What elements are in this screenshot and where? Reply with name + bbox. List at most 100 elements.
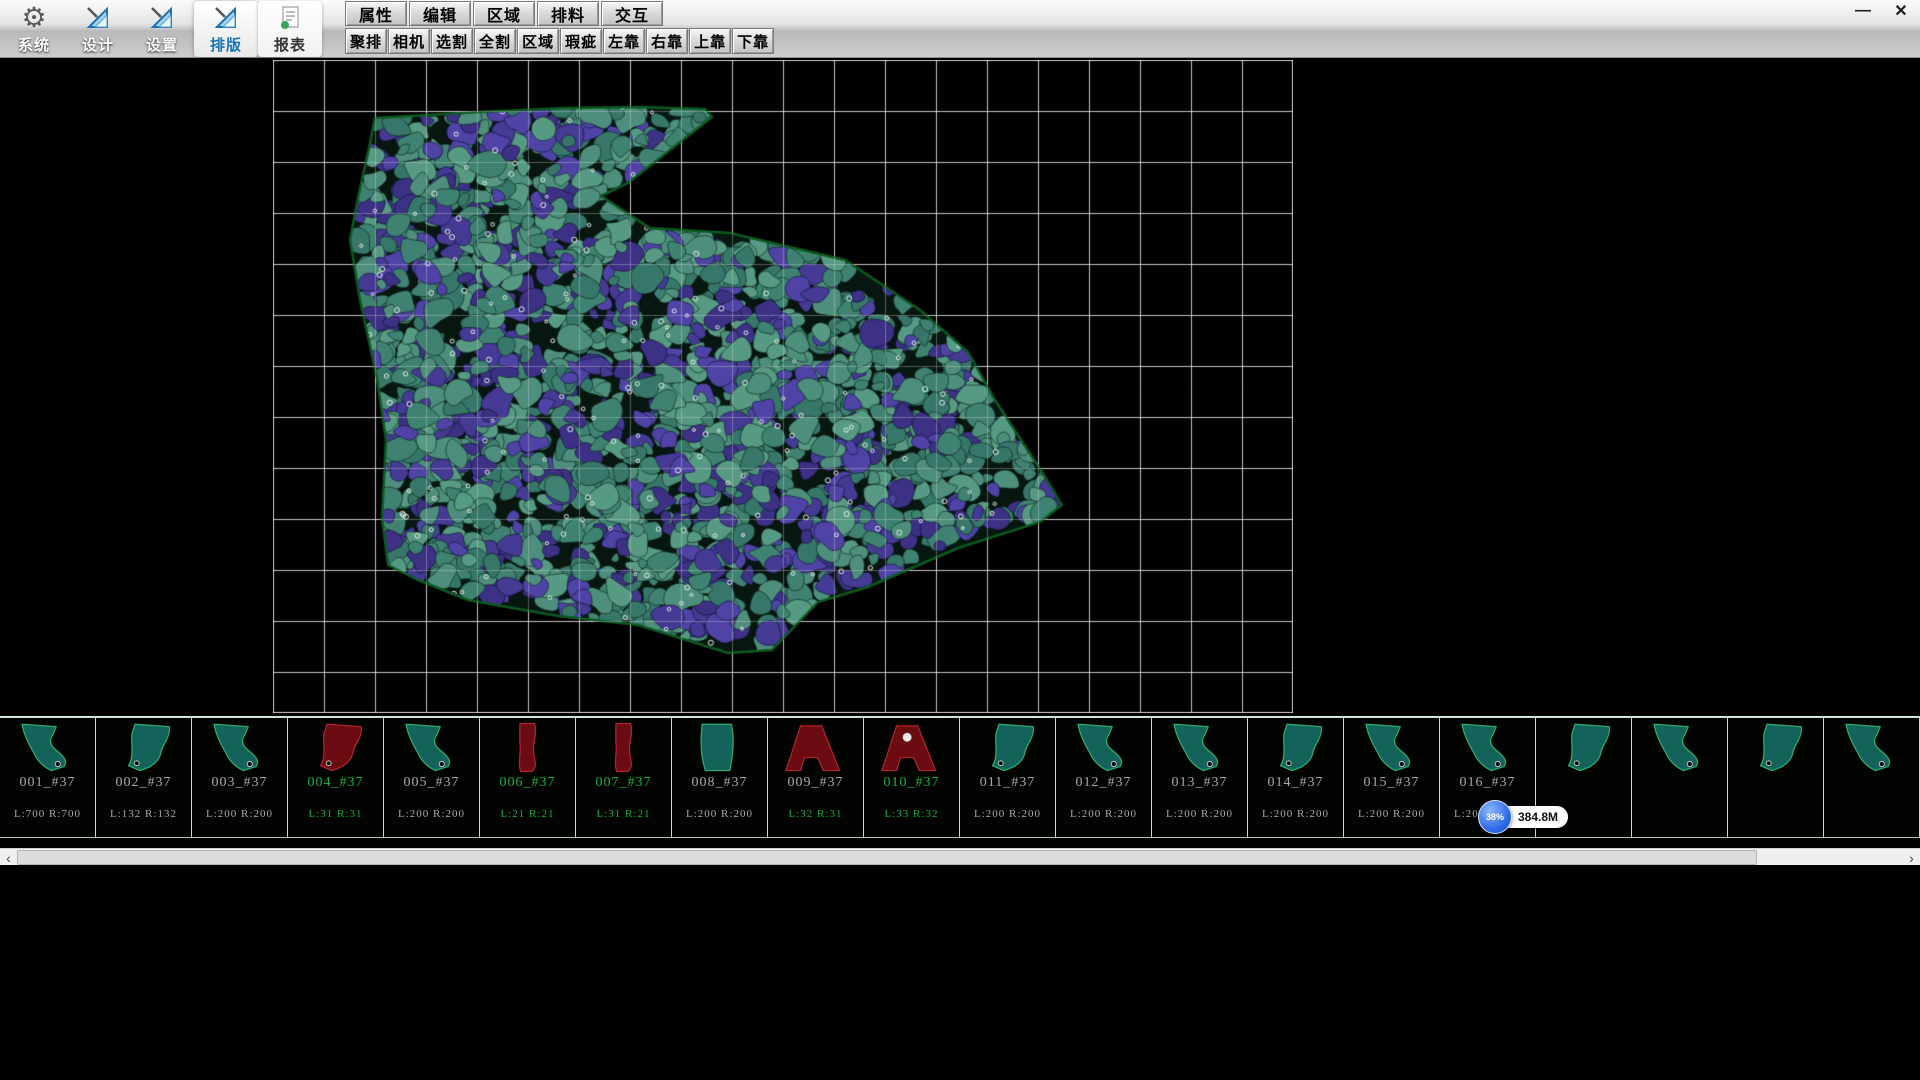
- piece-label: 016_#37: [1460, 775, 1516, 791]
- tool-defect[interactable]: 瑕疵: [560, 28, 602, 54]
- piece-thumbnail[interactable]: 015_#37 L:200 R:200: [1344, 718, 1440, 837]
- piece-thumbnail[interactable]: 014_#37 L:200 R:200: [1248, 718, 1344, 837]
- tool-camera[interactable]: 相机: [388, 28, 430, 54]
- tab-row: 属性 编辑 区域 排料 交互: [345, 1, 774, 26]
- tab-region[interactable]: 区域: [473, 1, 535, 26]
- scrollbar-thumb[interactable]: [17, 850, 1757, 865]
- tool-align-top[interactable]: 上靠: [689, 28, 731, 54]
- piece-meta: L:132 R:132: [110, 808, 177, 820]
- tool-cluster-nest[interactable]: 聚排: [345, 28, 387, 54]
- tool-align-bottom[interactable]: 下靠: [732, 28, 774, 54]
- tab-interactive[interactable]: 交互: [601, 1, 663, 26]
- piece-shape: [484, 721, 572, 773]
- piece-label: 008_#37: [692, 775, 748, 791]
- tool-select-cut[interactable]: 选割: [431, 28, 473, 54]
- app-button-design[interactable]: 设计: [66, 1, 130, 57]
- piece-thumbnail[interactable]: 013_#37 L:200 R:200: [1152, 718, 1248, 837]
- piece-meta: L:200 R:200: [1262, 808, 1329, 820]
- piece-thumbnail[interactable]: 011_#37 L:200 R:200: [960, 718, 1056, 837]
- piece-shape: [1348, 721, 1436, 773]
- piece-shape: [1444, 721, 1532, 773]
- piece-thumbnail[interactable]: 001_#37 L:700 R:700: [0, 718, 96, 837]
- piece-meta: L:31 R:31: [309, 808, 363, 820]
- piece-label: 014_#37: [1268, 775, 1324, 791]
- piece-meta: L:200 R:200: [974, 808, 1041, 820]
- scroll-left-arrow[interactable]: ‹: [0, 849, 17, 866]
- app-button-system[interactable]: ⚙ 系统: [2, 1, 66, 57]
- memory-badge: 384.8M 38%: [1478, 800, 1568, 836]
- nesting-canvas[interactable]: [273, 60, 1293, 713]
- piece-label: 007_#37: [596, 775, 652, 791]
- piece-label: 013_#37: [1172, 775, 1228, 791]
- tool-align-left[interactable]: 左靠: [603, 28, 645, 54]
- scroll-right-arrow[interactable]: ›: [1903, 849, 1920, 866]
- piece-meta: L:200 R:200: [206, 808, 273, 820]
- piece-meta: L:200 R:200: [1358, 808, 1425, 820]
- app-button-nesting[interactable]: 排版: [194, 1, 258, 57]
- piece-label: 005_#37: [404, 775, 460, 791]
- piece-meta: L:33 R:32: [885, 808, 939, 820]
- piece-label: 010_#37: [884, 775, 940, 791]
- tab-edit[interactable]: 编辑: [409, 1, 471, 26]
- app-button-label: 设置: [146, 34, 178, 55]
- piece-label: 011_#37: [980, 775, 1035, 791]
- piece-shape: [1252, 721, 1340, 773]
- piece-thumbnail[interactable]: 006_#37 L:21 R:21: [480, 718, 576, 837]
- piece-label: 004_#37: [308, 775, 364, 791]
- tool-region[interactable]: 区域: [517, 28, 559, 54]
- horizontal-scrollbar[interactable]: ‹ ›: [0, 848, 1920, 865]
- piece-thumbnail[interactable]: 012_#37 L:200 R:200: [1056, 718, 1152, 837]
- piece-shape: [676, 721, 764, 773]
- tool-align-right[interactable]: 右靠: [646, 28, 688, 54]
- app-button-label: 系统: [18, 34, 50, 55]
- piece-thumbnail[interactable]: 004_#37 L:31 R:31: [288, 718, 384, 837]
- piece-thumbnail[interactable]: 002_#37 L:132 R:132: [96, 718, 192, 837]
- tool-row: 聚排 相机 选割 全割 区域 瑕疵 左靠 右靠 上靠 下靠: [345, 28, 774, 54]
- piece-label: 009_#37: [788, 775, 844, 791]
- piece-label: 012_#37: [1076, 775, 1132, 791]
- piece-shape: [100, 721, 188, 773]
- nesting-workspace: [0, 58, 1920, 716]
- window-controls: — ✕: [1852, 2, 1912, 20]
- set-square-icon: [147, 3, 177, 33]
- close-button[interactable]: ✕: [1890, 2, 1912, 20]
- piece-thumbnail[interactable]: 005_#37 L:200 R:200: [384, 718, 480, 837]
- set-square-icon: [211, 3, 241, 33]
- piece-shape: [868, 721, 956, 773]
- piece-thumbnail[interactable]: [1824, 718, 1920, 837]
- piece-shape: [1828, 721, 1916, 773]
- piece-thumbnail[interactable]: [1728, 718, 1824, 837]
- piece-label: 001_#37: [20, 775, 76, 791]
- piece-shape: [1540, 721, 1628, 773]
- piece-shape: [1732, 721, 1820, 773]
- piece-meta: L:21 R:21: [501, 808, 555, 820]
- piece-meta: L:31 R:21: [597, 808, 651, 820]
- top-toolbar: ⚙ 系统 设计 设置 排版 报表: [0, 0, 1920, 58]
- piece-thumbnail[interactable]: 003_#37 L:200 R:200: [192, 718, 288, 837]
- piece-label: 002_#37: [116, 775, 172, 791]
- piece-meta: L:32 R:31: [789, 808, 843, 820]
- piece-label: 003_#37: [212, 775, 268, 791]
- piece-label: 015_#37: [1364, 775, 1420, 791]
- app-button-report[interactable]: 报表: [258, 1, 322, 57]
- piece-thumbnail[interactable]: 010_#37 L:33 R:32: [864, 718, 960, 837]
- piece-thumbnail[interactable]: 007_#37 L:31 R:21: [576, 718, 672, 837]
- minimize-button[interactable]: —: [1852, 2, 1874, 20]
- progress-circle[interactable]: 38%: [1478, 800, 1512, 834]
- piece-thumbnail[interactable]: [1632, 718, 1728, 837]
- report-document-icon: [275, 3, 305, 33]
- piece-thumbnail[interactable]: 009_#37 L:32 R:31: [768, 718, 864, 837]
- piece-shape: [292, 721, 380, 773]
- tab-properties[interactable]: 属性: [345, 1, 407, 26]
- tool-cut-all[interactable]: 全割: [474, 28, 516, 54]
- app-button-label: 排版: [210, 34, 242, 55]
- piece-shape: [580, 721, 668, 773]
- app-button-settings[interactable]: 设置: [130, 1, 194, 57]
- piece-shape: [1636, 721, 1724, 773]
- piece-shape: [772, 721, 860, 773]
- piece-shape: [1156, 721, 1244, 773]
- piece-thumbnail[interactable]: 008_#37 L:200 R:200: [672, 718, 768, 837]
- piece-thumbnail-strip: 001_#37 L:700 R:700 002_#37 L:132 R:132 …: [0, 716, 1920, 838]
- tab-nesting[interactable]: 排料: [537, 1, 599, 26]
- piece-shape: [196, 721, 284, 773]
